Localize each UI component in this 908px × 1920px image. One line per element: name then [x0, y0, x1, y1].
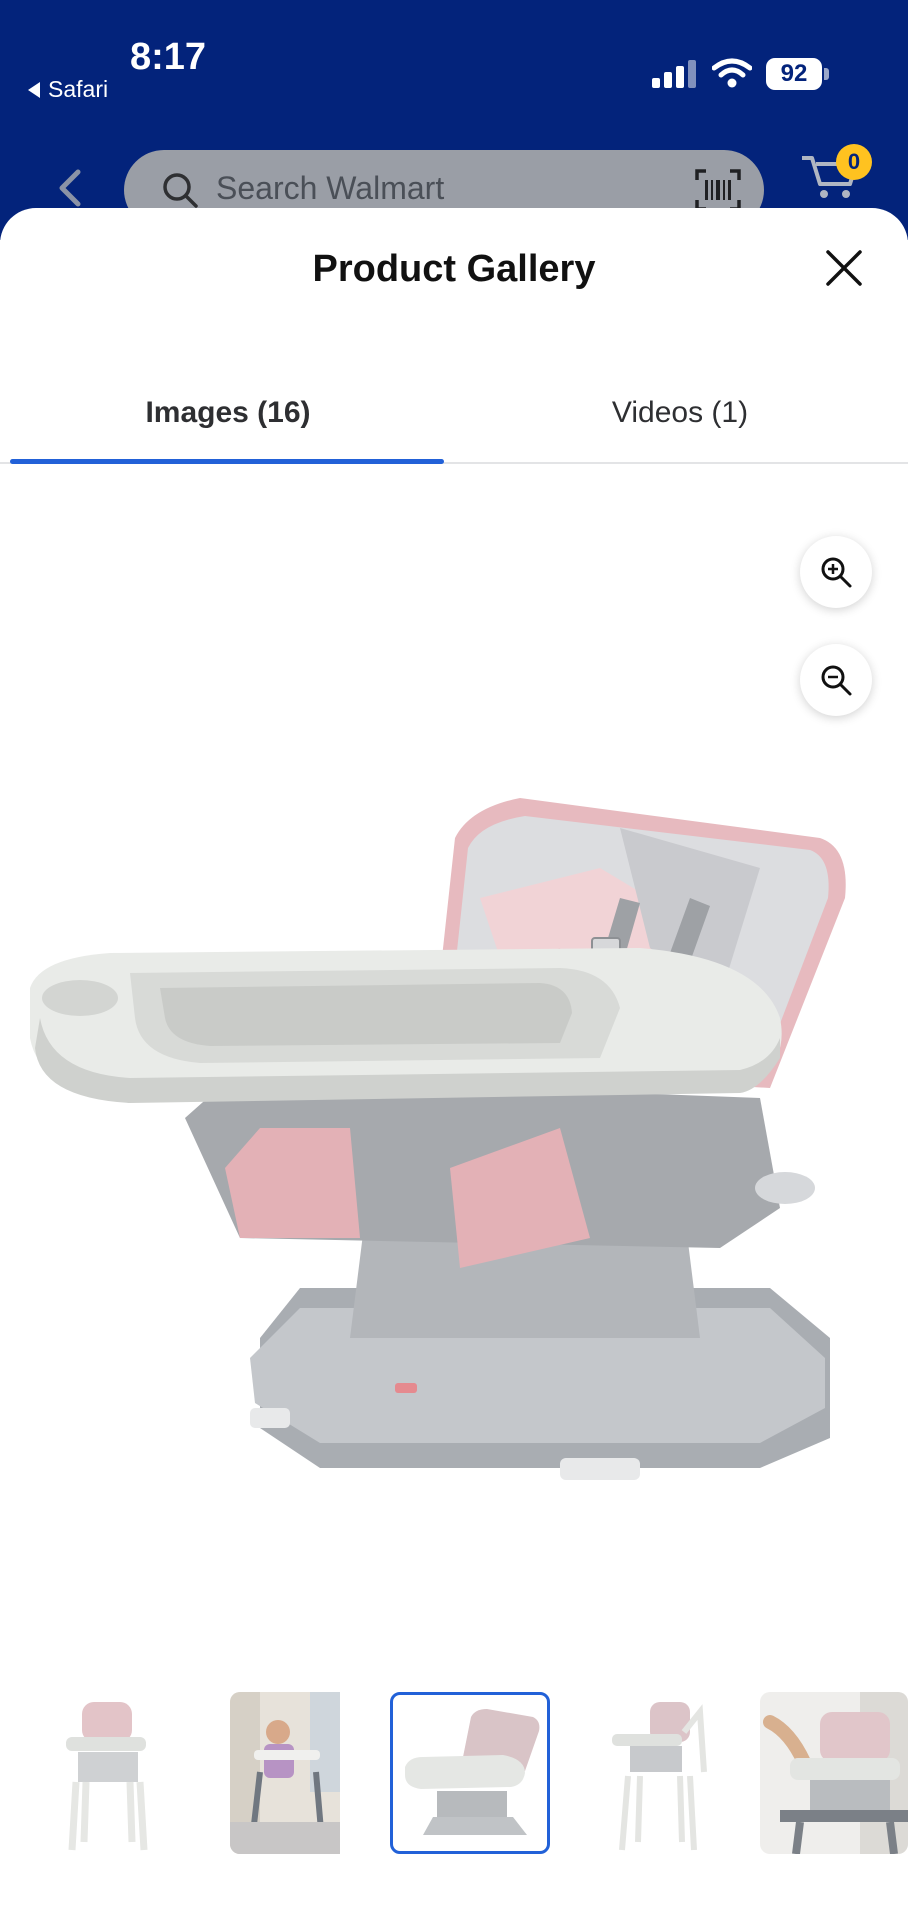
tab-videos[interactable]: Videos (1): [458, 396, 902, 430]
wifi-icon: [712, 58, 752, 88]
thumbnail-3[interactable]: [390, 1692, 550, 1854]
thumbnail-2[interactable]: [230, 1692, 390, 1854]
thumbnail-1[interactable]: [36, 1692, 196, 1854]
search-icon: [163, 173, 198, 208]
close-icon[interactable]: [824, 248, 864, 288]
cellular-signal-icon: [652, 60, 696, 88]
top-header: 8:17 Safari 92 Search Walmart 0: [0, 0, 908, 240]
thumbnail-5[interactable]: [760, 1692, 908, 1854]
sheet-title: Product Gallery: [312, 248, 596, 290]
main-product-image[interactable]: [0, 478, 908, 1638]
battery-indicator: 92: [766, 58, 822, 90]
zoom-out-icon: [821, 665, 852, 696]
cart-count-badge: 0: [836, 144, 872, 180]
back-to-safari[interactable]: Safari: [28, 76, 108, 103]
status-time: 8:17: [130, 36, 207, 78]
barcode-scanner-icon[interactable]: [694, 168, 742, 212]
active-tab-indicator: [10, 459, 444, 464]
gallery-tabs: Images (16) Videos (1): [0, 378, 908, 464]
zoom-in-icon: [821, 557, 852, 588]
back-chevron-icon[interactable]: [52, 168, 88, 208]
search-placeholder: Search Walmart: [216, 170, 445, 206]
battery-tip: [824, 68, 829, 80]
back-app-label: Safari: [48, 76, 109, 102]
tab-images[interactable]: Images (16): [6, 396, 450, 430]
zoom-out-button[interactable]: [800, 644, 872, 716]
thumbnail-strip: [0, 1692, 908, 1862]
product-gallery-sheet: Product Gallery Images (16) Videos (1): [0, 208, 908, 1920]
thumbnail-4[interactable]: [600, 1692, 760, 1854]
zoom-in-button[interactable]: [800, 536, 872, 608]
back-triangle-icon: [28, 81, 40, 98]
